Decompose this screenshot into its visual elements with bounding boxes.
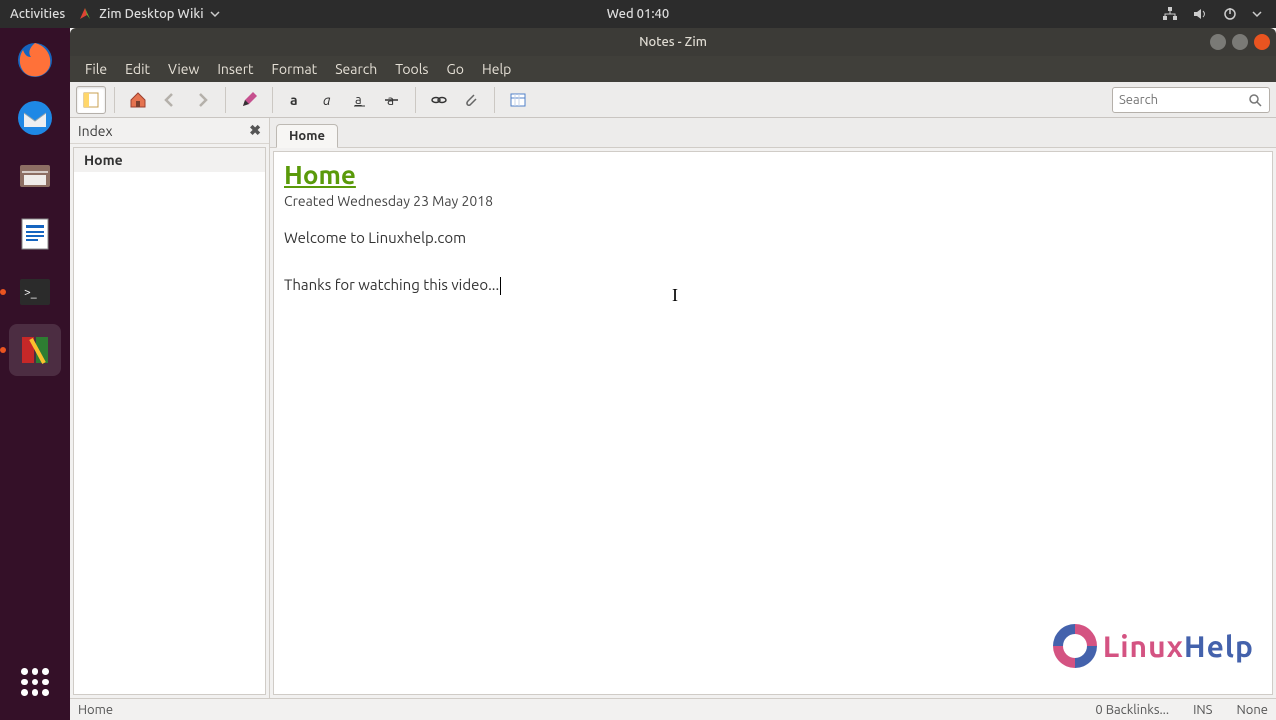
dock: >_ [0,28,70,720]
page-tabs: Home [270,118,1276,148]
sidebar-close-icon[interactable]: ✖ [249,122,261,139]
clock[interactable]: Wed 01:40 [607,7,669,21]
menu-format[interactable]: Format [265,59,325,79]
menu-tools[interactable]: Tools [388,59,435,79]
desktop-top-panel: Activities Zim Desktop Wiki Wed 01:40 [0,0,1276,28]
window-close-button[interactable] [1254,34,1270,50]
status-right: None [1237,703,1269,717]
dock-libreoffice-writer[interactable] [9,208,61,260]
sidebar-title: Index [78,123,113,139]
index-item-home[interactable]: Home [74,148,265,172]
svg-text:>_: >_ [24,286,37,299]
chevron-down-icon[interactable] [1252,9,1262,19]
window-minimize-button[interactable] [1210,34,1226,50]
attach-button[interactable] [456,86,486,114]
dock-show-apps[interactable] [9,656,61,708]
toolbar: a a a a [70,82,1276,118]
svg-text:a: a [290,92,298,108]
power-icon[interactable] [1222,6,1238,22]
edit-button[interactable] [234,86,264,114]
status-backlinks[interactable]: 0 Backlinks... [1095,703,1169,717]
svg-text:a: a [323,92,331,108]
home-button[interactable] [123,86,153,114]
window-maximize-button[interactable] [1232,34,1248,50]
window-title: Notes - Zim [639,35,707,49]
status-path: Home [78,703,113,717]
calendar-button[interactable] [503,86,533,114]
toolbar-separator [415,87,416,113]
toggle-index-button[interactable] [76,86,106,114]
network-icon[interactable] [1162,6,1178,22]
menu-file[interactable]: File [78,59,114,79]
app-menu[interactable]: Zim Desktop Wiki [77,6,219,22]
search-input[interactable] [1119,93,1247,107]
tab-home[interactable]: Home [276,124,338,148]
svg-text:a: a [355,93,362,107]
underline-button[interactable]: a [345,86,375,114]
status-mode: INS [1193,703,1212,717]
page-heading: Home [284,160,1262,189]
text-cursor [500,277,501,295]
dock-terminal[interactable]: >_ [9,266,61,318]
link-button[interactable] [424,86,454,114]
zim-window: Notes - Zim File Edit View Insert Format… [70,28,1276,720]
forward-button[interactable] [187,86,217,114]
toolbar-separator [114,87,115,113]
dock-files[interactable] [9,150,61,202]
toolbar-separator [494,87,495,113]
bold-button[interactable]: a [281,86,311,114]
menu-help[interactable]: Help [475,59,518,79]
window-titlebar[interactable]: Notes - Zim [70,28,1276,56]
menu-edit[interactable]: Edit [118,59,157,79]
editor[interactable]: Home Created Wednesday 23 May 2018 Welco… [273,151,1273,695]
volume-icon[interactable] [1192,6,1208,22]
swirl-icon [1053,624,1097,668]
toolbar-separator [225,87,226,113]
page-line-2: Thanks for watching this video... [284,276,1262,295]
chevron-down-icon [210,9,220,19]
menu-insert[interactable]: Insert [210,59,260,79]
ibeam-cursor-icon: I [672,285,678,306]
back-button[interactable] [155,86,185,114]
zim-app-icon [77,6,93,22]
strike-button[interactable]: a [377,86,407,114]
activities-button[interactable]: Activities [10,7,65,21]
app-menu-label: Zim Desktop Wiki [99,7,203,21]
menu-search[interactable]: Search [328,59,384,79]
page-created: Created Wednesday 23 May 2018 [284,193,1262,209]
menubar: File Edit View Insert Format Search Tool… [70,56,1276,82]
page-line-1: Welcome to Linuxhelp.com [284,229,1262,246]
search-icon [1247,92,1263,108]
dock-firefox[interactable] [9,34,61,86]
dock-thunderbird[interactable] [9,92,61,144]
menu-go[interactable]: Go [440,59,471,79]
statusbar: Home 0 Backlinks... INS None [70,698,1276,720]
search-box[interactable] [1112,87,1270,113]
toolbar-separator [272,87,273,113]
linuxhelp-watermark: LinuxHelp [1053,624,1254,668]
italic-button[interactable]: a [313,86,343,114]
sidebar: Index ✖ Home [70,118,270,698]
main-area: Home Home Created Wednesday 23 May 2018 … [270,118,1276,698]
menu-view[interactable]: View [161,59,206,79]
dock-zim[interactable] [9,324,61,376]
index-tree[interactable]: Home [73,147,266,695]
